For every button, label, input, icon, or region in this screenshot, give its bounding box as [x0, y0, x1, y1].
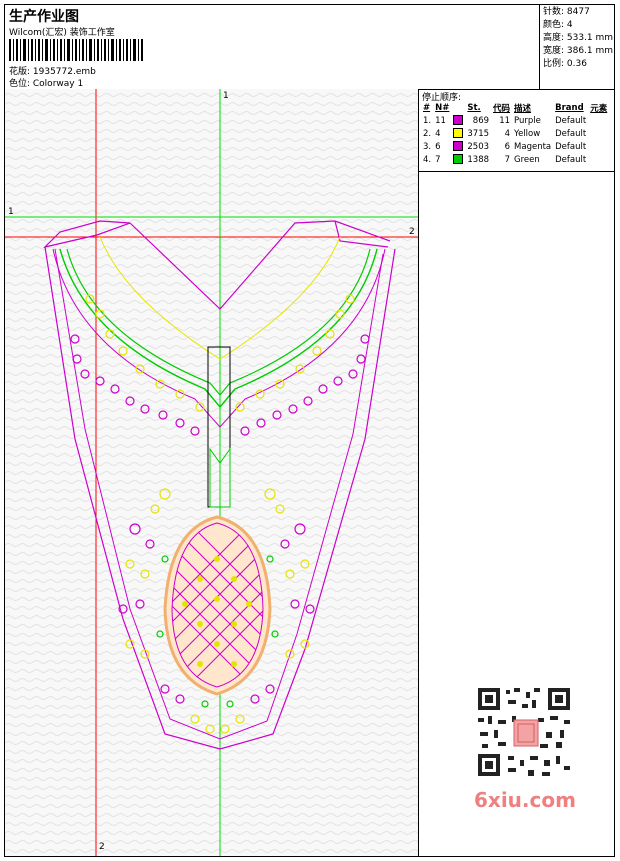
panel-divider — [419, 171, 614, 172]
col-stitches: St. — [467, 103, 481, 113]
design-info-panel: 针数: 8477 颜色: 4 高度: 533.1 mm 宽度: 386.1 mm… — [539, 5, 614, 89]
axis-label-left: 1 — [8, 207, 14, 217]
stitch-count: 针数: 8477 — [543, 7, 590, 17]
table-row: 1. 11 869 11 Purple Default — [423, 115, 587, 126]
table-row: 2. 4 3715 4 Yellow Default — [423, 128, 587, 139]
table-row: 4. 7 1388 7 Green Default — [423, 154, 587, 165]
col-code: 代码 — [493, 104, 511, 114]
colorway: 色位: Colorway 1 — [9, 79, 84, 89]
design-height: 高度: 533.1 mm — [543, 33, 614, 43]
color-swatch — [453, 128, 464, 139]
qr-code-icon — [468, 682, 580, 782]
watermark-text: 6xiu.com — [474, 788, 576, 812]
col-needle: N# — [435, 103, 450, 113]
color-swatch — [453, 154, 464, 165]
company-name: Wilcom(汇宏) 装饰工作室 — [9, 28, 115, 38]
design-scale: 比例: 0.36 — [543, 59, 587, 69]
table-row: 3. 6 2503 6 Magenta Default — [423, 141, 587, 152]
col-brand: Brand — [555, 103, 584, 113]
col-swatch — [451, 102, 465, 114]
color-swatch — [453, 141, 464, 152]
design-canvas: 1 1 2 2 — [5, 89, 419, 856]
col-description: 描述 — [514, 104, 532, 114]
design-width: 宽度: 386.1 mm — [543, 46, 614, 56]
sheet-title: 生产作业图 — [9, 9, 79, 25]
col-element: 元素 — [590, 104, 608, 114]
table-header: # N# St. 代码 描述 Brand 元素 — [421, 102, 609, 114]
axis-label-top: 1 — [223, 91, 229, 101]
color-count: 颜色: 4 — [543, 20, 573, 30]
col-index: # — [423, 103, 431, 113]
stop-sequence-table: # N# St. 代码 描述 Brand 元素 1. 11 869 11 Pur… — [421, 102, 609, 166]
sheet-header: 生产作业图 Wilcom(汇宏) 装饰工作室 花版: 1935772.emb 色… — [5, 5, 614, 90]
axis-label-bottom: 2 — [99, 842, 105, 852]
barcode-icon — [9, 39, 143, 61]
axis-label-right: 2 — [409, 227, 415, 237]
color-swatch — [453, 115, 464, 126]
embroidery-preview — [5, 89, 418, 856]
